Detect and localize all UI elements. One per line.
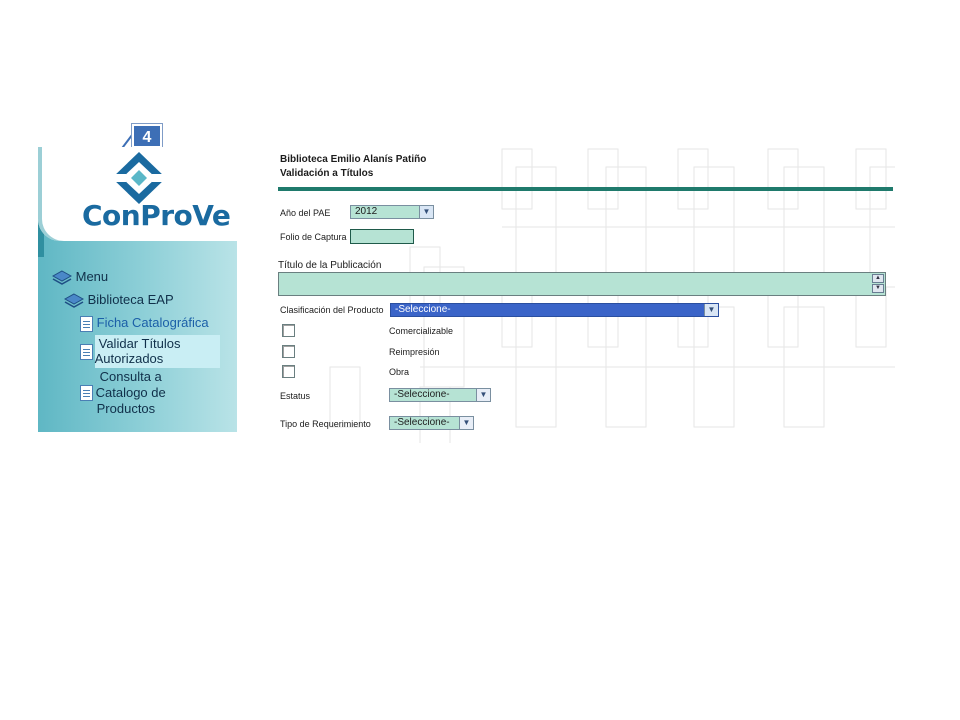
estatus-select[interactable]: -Seleccione- ▼ bbox=[389, 388, 491, 402]
tipo-select[interactable]: -Seleccione- ▼ bbox=[389, 416, 474, 430]
folio-label: Folio de Captura bbox=[280, 232, 347, 242]
reimpresion-checkbox[interactable] bbox=[282, 345, 295, 358]
obra-label: Obra bbox=[389, 367, 410, 377]
tipo-value: -Seleccione- bbox=[394, 417, 450, 428]
sidebar: ConProVe Menu Biblioteca EAP Ficha Catal… bbox=[38, 147, 237, 432]
menu-group-label: Biblioteca EAP bbox=[87, 292, 174, 307]
document-icon bbox=[80, 344, 93, 360]
scroll-down-icon[interactable]: ▼ bbox=[872, 284, 884, 293]
menu-item-validar-titulos[interactable]: Validar Títulos Autorizados bbox=[80, 336, 181, 366]
menu-item-label-line2: Catalogo de bbox=[95, 385, 166, 400]
conprove-logo-icon bbox=[108, 152, 170, 204]
callout-badge: 4 bbox=[132, 124, 162, 148]
comercializable-checkbox[interactable] bbox=[282, 324, 295, 337]
layers-icon bbox=[52, 269, 72, 285]
chevron-down-icon[interactable]: ▼ bbox=[704, 304, 718, 316]
anio-value: 2012 bbox=[355, 206, 378, 217]
titulo-textarea[interactable]: ▲ ▼ bbox=[278, 272, 886, 296]
reimpresion-label: Reimpresión bbox=[389, 347, 440, 357]
document-icon bbox=[80, 315, 93, 332]
logo-text: ConProVe bbox=[82, 199, 231, 232]
menu-item-label-line1: Validar Títulos bbox=[98, 336, 181, 351]
clasificacion-value: -Seleccione- bbox=[395, 304, 451, 315]
estatus-label: Estatus bbox=[280, 391, 311, 401]
logo-panel: ConProVe bbox=[38, 147, 237, 241]
chevron-down-icon[interactable]: ▼ bbox=[459, 417, 473, 429]
menu-item-label-line1: Consulta a bbox=[99, 369, 162, 384]
titulo-label: Título de la Publicación bbox=[278, 260, 382, 271]
textarea-scrollbar[interactable]: ▲ ▼ bbox=[872, 274, 884, 294]
scroll-up-icon[interactable]: ▲ bbox=[872, 274, 884, 283]
menu-item-label-line3: Productos bbox=[96, 401, 156, 416]
document-icon bbox=[80, 385, 93, 401]
menu-item-ficha-catalografica[interactable]: Ficha Catalográfica bbox=[80, 315, 209, 332]
clasificacion-select[interactable]: -Seleccione- ▼ bbox=[390, 303, 719, 317]
menu-item-label: Ficha Catalográfica bbox=[96, 315, 209, 330]
menu-header[interactable]: Menu bbox=[52, 269, 108, 286]
menu-item-label-line2: Autorizados bbox=[94, 351, 164, 366]
main-content: Biblioteca Emilio Alanís Patiño Validaci… bbox=[270, 147, 895, 443]
folio-input[interactable] bbox=[350, 229, 414, 244]
chevron-down-icon[interactable]: ▼ bbox=[419, 206, 433, 218]
header-divider bbox=[278, 187, 893, 191]
menu-group-biblioteca-eap[interactable]: Biblioteca EAP bbox=[64, 292, 174, 309]
chevron-down-icon[interactable]: ▼ bbox=[476, 389, 490, 401]
comercializable-label: Comercializable bbox=[389, 326, 454, 336]
menu-item-consulta-catalogo[interactable]: Consulta a Catalogo de Productos bbox=[80, 369, 166, 417]
tipo-label: Tipo de Requerimiento bbox=[280, 419, 371, 429]
layers-icon bbox=[64, 292, 84, 308]
obra-checkbox[interactable] bbox=[282, 365, 295, 378]
estatus-value: -Seleccione- bbox=[394, 389, 450, 400]
anio-select[interactable]: 2012 ▼ bbox=[350, 205, 434, 219]
page-subtitle: Validación a Títulos bbox=[280, 168, 374, 179]
menu-title: Menu bbox=[75, 269, 109, 284]
page-title: Biblioteca Emilio Alanís Patiño bbox=[280, 154, 427, 165]
anio-label: Año del PAE bbox=[280, 208, 331, 218]
clasificacion-label: Clasificación del Producto bbox=[280, 305, 384, 315]
